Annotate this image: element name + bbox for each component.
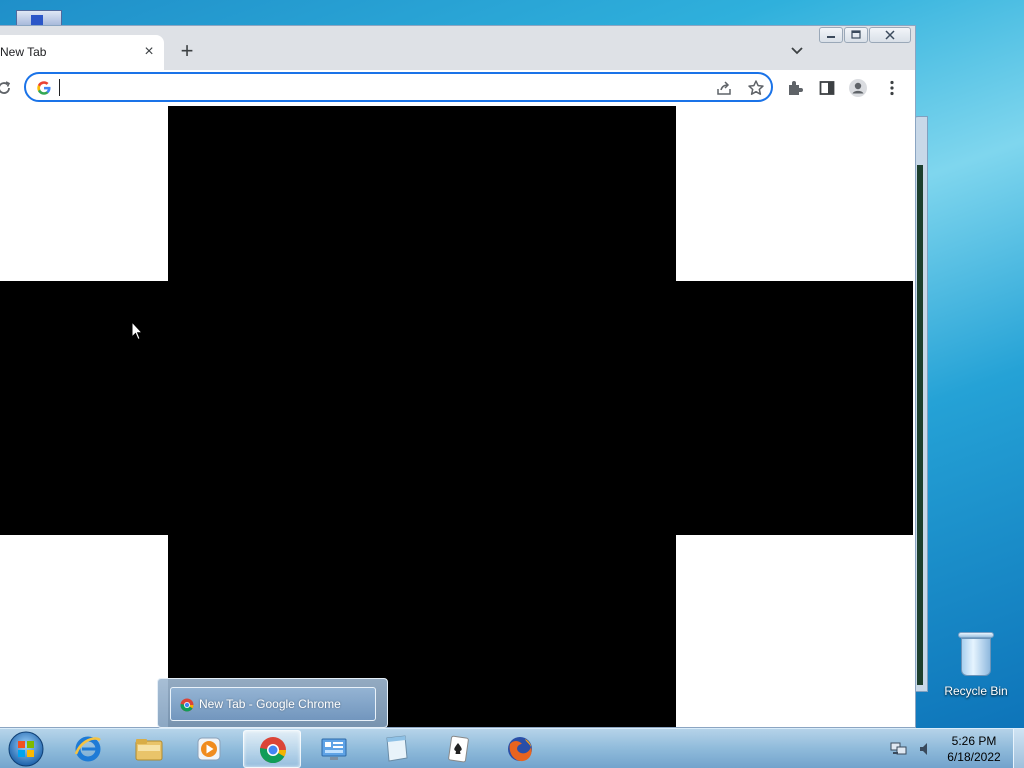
tab-close-button[interactable]: × [140, 43, 158, 61]
extensions-button[interactable] [785, 78, 805, 98]
menu-button[interactable] [882, 78, 902, 98]
system-tray: 5:26 PM 6/18/2022 [884, 729, 1024, 768]
chrome-icon [180, 698, 194, 712]
taskbar-thumbnail-popup: New Tab - Google Chrome [157, 678, 388, 728]
reload-button[interactable] [0, 78, 14, 98]
media-player-icon [197, 737, 221, 761]
bookmark-button[interactable] [746, 78, 766, 98]
control-panel-icon [321, 738, 347, 760]
minimize-button[interactable] [819, 27, 843, 43]
tab-title: New Tab [0, 45, 47, 59]
taskbar-firefox[interactable] [491, 730, 549, 768]
share-icon [717, 81, 731, 95]
show-desktop-button[interactable] [1013, 729, 1024, 768]
tab-search-button[interactable] [786, 40, 808, 62]
text-caret [59, 79, 60, 96]
windows-orb-icon [8, 731, 44, 767]
chrome-window: New Tab × + [0, 25, 916, 728]
network-icon[interactable] [890, 741, 908, 757]
browser-toolbar [0, 70, 915, 106]
minimize-icon [827, 36, 835, 38]
volume-icon[interactable] [918, 741, 932, 757]
taskbar-google-chrome[interactable] [243, 730, 301, 768]
recycle-bin[interactable]: Recycle Bin [940, 630, 1012, 698]
notepad-icon [386, 735, 408, 762]
taskbar-windows-explorer[interactable] [120, 730, 178, 768]
address-bar[interactable] [24, 72, 773, 102]
playing-card-icon [448, 735, 469, 763]
start-button[interactable] [6, 730, 46, 768]
address-input[interactable] [58, 78, 698, 96]
restore-icon [851, 30, 861, 39]
profile-button[interactable] [848, 78, 868, 98]
side-panel-icon [819, 81, 835, 95]
tab-new-tab[interactable]: New Tab × [0, 35, 164, 70]
google-icon [37, 81, 51, 95]
recycle-bin-label: Recycle Bin [944, 684, 1008, 698]
reload-icon [0, 81, 11, 94]
chevron-down-icon [791, 47, 803, 55]
firefox-icon [508, 737, 532, 762]
share-button[interactable] [714, 78, 734, 98]
close-window-button[interactable] [869, 27, 911, 43]
page-right-edge [913, 106, 915, 727]
background-window-content [917, 165, 923, 685]
clock-time[interactable]: 5:26 PM [942, 734, 1006, 748]
taskbar-internet-explorer[interactable] [59, 730, 117, 768]
close-icon [885, 30, 895, 40]
restore-button[interactable] [844, 27, 868, 43]
side-panel-button[interactable] [817, 78, 837, 98]
thumbnail-title: New Tab - Google Chrome [199, 697, 341, 711]
thumbnail-chrome-window[interactable]: New Tab - Google Chrome [170, 687, 376, 721]
clock-date[interactable]: 6/18/2022 [942, 750, 1006, 764]
black-block-horizontal [0, 281, 913, 535]
folder-icon [135, 739, 163, 761]
new-tab-button[interactable]: + [176, 40, 198, 62]
mouse-cursor-icon [131, 321, 143, 341]
taskbar-media-player[interactable] [180, 730, 238, 768]
recycle-bin-icon [958, 630, 994, 676]
tab-strip: New Tab × + [0, 26, 915, 70]
page-content[interactable] [0, 106, 913, 727]
star-icon [748, 80, 764, 95]
profile-icon [849, 79, 867, 97]
more-vert-icon [890, 80, 894, 96]
internet-explorer-icon [74, 736, 101, 762]
taskbar-solitaire[interactable] [429, 730, 487, 768]
taskbar-control-panel[interactable] [305, 730, 363, 768]
taskbar-notepad[interactable] [367, 730, 425, 768]
puzzle-icon [789, 81, 803, 95]
taskbar: 5:26 PM 6/18/2022 [0, 728, 1024, 768]
chrome-icon [259, 737, 287, 764]
